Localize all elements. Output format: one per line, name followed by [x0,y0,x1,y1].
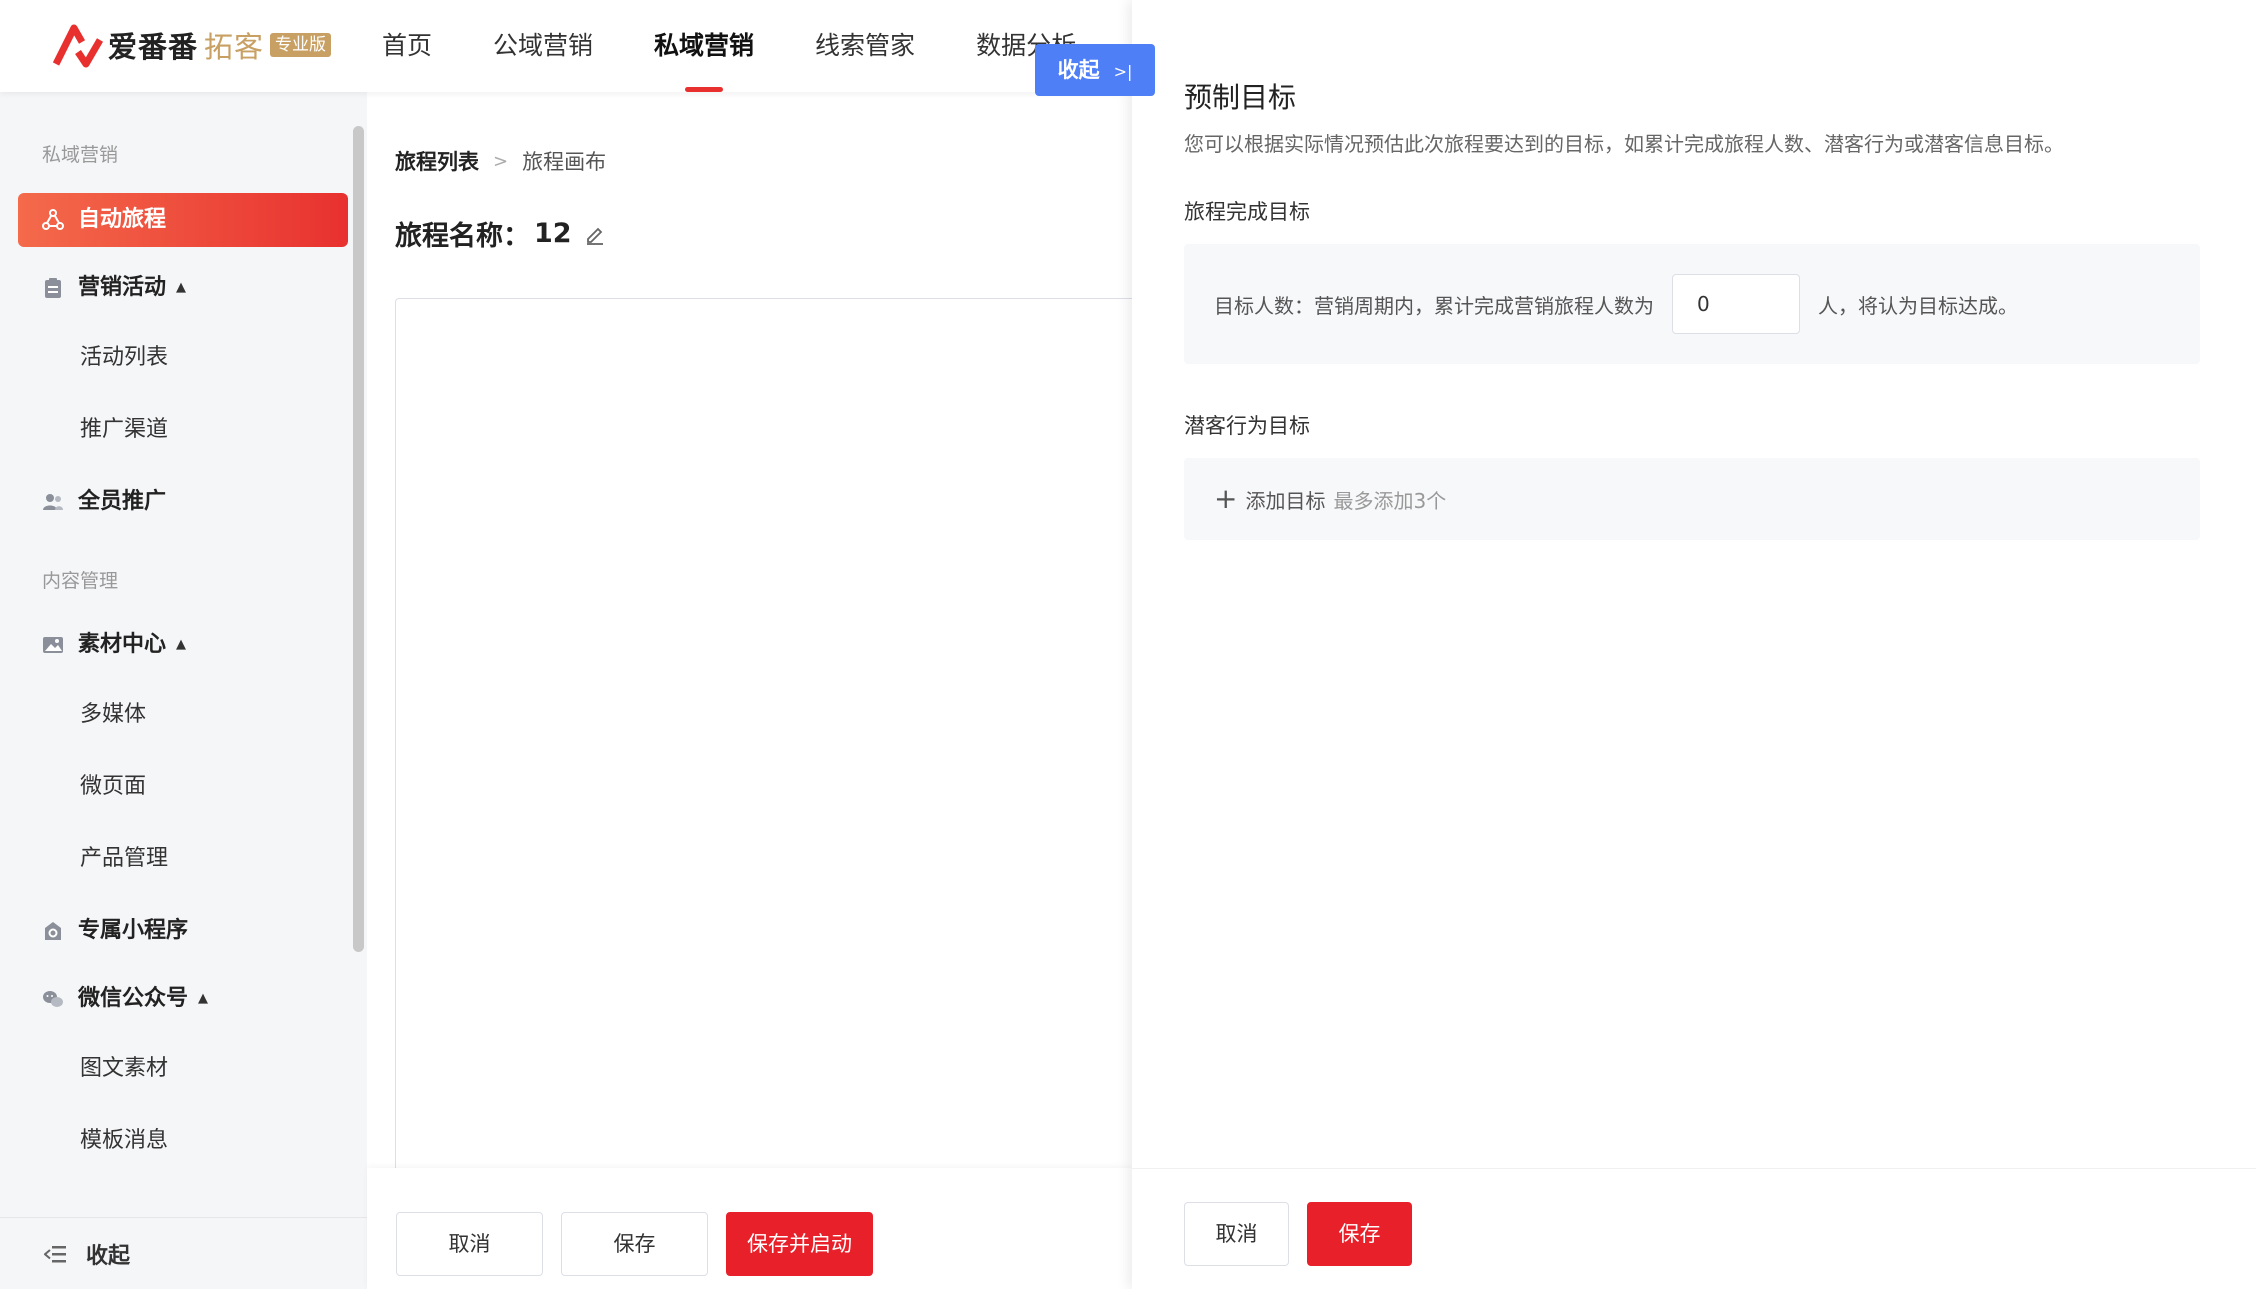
drawer-description: 您可以根据实际情况预估此次旅程要达到的目标，如累计完成旅程人数、潜客行为或潜客信… [1184,132,2064,156]
drawer-title: 预制目标 [1184,81,1297,114]
caret-up-icon: ▲ [198,991,209,1006]
clipboard-icon [45,278,61,298]
sidebar-group-private: 私域营销 [42,144,119,166]
sidebar-subitem-activity-list[interactable]: 活动列表 [80,338,168,378]
caret-up-icon: ▲ [176,637,187,652]
sidebar-item-label: 微信公众号 [78,986,189,1011]
top-nav: 首页 公域营销 私域营销 线索管家 数据分析 [382,0,1137,92]
sidebar-subitem-image-text[interactable]: 图文素材 [80,1049,168,1089]
completion-goal-box: 目标人数：营销周期内，累计完成营销旅程人数为 人，将认为目标达成。 [1184,244,2200,364]
logo-sub: 拓客 [204,30,265,64]
users-icon [43,494,63,510]
sidebar-item-mini-program[interactable]: 专属小程序 [18,904,348,958]
goal-drawer: 预制目标 您可以根据实际情况预估此次旅程要达到的目标，如累计完成旅程人数、潜客行… [1132,0,2256,1289]
caret-up-icon: ▲ [176,280,187,295]
goal-prefix-text: 目标人数：营销周期内，累计完成营销旅程人数为 [1214,293,1654,318]
add-goal-button[interactable]: + 添加目标 最多添加3个 [1214,458,1446,540]
panel-collapse-label: 收起 [1057,58,1100,82]
journey-name-value: 12 [534,218,572,249]
collapse-menu-icon [44,1245,66,1262]
panel-collapse-button[interactable]: 收起 >| [1035,44,1155,96]
sidebar-subitem-template-msg[interactable]: 模板消息 [80,1121,168,1161]
sidebar-collapse-button[interactable]: 收起 [0,1217,367,1289]
sidebar: 私域营销 自动旅程 营销活动 ▲ 活动列表 推广渠道 全员推广 内容管理 素材中… [0,92,367,1289]
nav-public-marketing[interactable]: 公域营销 [493,0,593,92]
sidebar-subitem-product-mgmt[interactable]: 产品管理 [80,839,168,879]
wechat-icon [43,991,63,1007]
logo-badge: 专业版 [270,33,332,57]
save-button[interactable]: 保存 [561,1212,708,1276]
add-goal-hint: 最多添加3个 [1333,488,1447,513]
sidebar-item-label: 营销活动 [78,275,167,300]
sidebar-subitem-micro-page[interactable]: 微页面 [80,767,146,807]
sidebar-scrollbar[interactable] [353,126,364,952]
save-and-start-button[interactable]: 保存并启动 [726,1212,873,1276]
sidebar-item-all-staff[interactable]: 全员推广 [18,475,348,529]
behavior-goal-label: 潜客行为目标 [1184,414,1310,438]
drawer-save-button[interactable]: 保存 [1307,1202,1412,1266]
target-count-input[interactable] [1672,274,1800,334]
nav-private-marketing[interactable]: 私域营销 [654,0,754,92]
sidebar-item-label: 自动旅程 [78,207,167,232]
completion-goal-row: 目标人数：营销周期内，累计完成营销旅程人数为 人，将认为目标达成。 [1214,244,2018,364]
sidebar-item-label: 专属小程序 [78,918,189,943]
logo-text: 爱番番 [108,30,199,64]
journey-icon [42,209,64,230]
sidebar-item-label: 素材中心 [78,632,167,657]
edit-icon[interactable] [584,223,606,245]
main-footer: 取消 保存 保存并启动 [367,1168,1132,1289]
collapse-arrow-icon: >| [1113,62,1133,81]
sidebar-scroll-area: 私域营销 自动旅程 营销活动 ▲ 活动列表 推广渠道 全员推广 内容管理 素材中… [0,92,367,1217]
sidebar-item-label: 全员推广 [78,489,167,514]
breadcrumb: 旅程列表 > 旅程画布 [395,146,606,176]
sidebar-item-wechat-official[interactable]: 微信公众号 ▲ [18,972,348,1026]
add-goal-label: 添加目标 [1245,488,1326,513]
image-icon [43,637,63,653]
cancel-button[interactable]: 取消 [396,1212,543,1276]
plus-icon: + [1214,482,1238,515]
sidebar-subitem-multimedia[interactable]: 多媒体 [80,695,146,735]
breadcrumb-current: 旅程画布 [522,150,607,174]
main-content: 旅程列表 > 旅程画布 旅程名称： 12 取消 保存 保存并启动 [367,92,1155,1289]
sidebar-collapse-label: 收起 [86,1243,131,1269]
logo[interactable]: 爱番番 拓客 专业版 [52,20,332,70]
journey-name-label: 旅程名称： [395,221,530,252]
goal-suffix-text: 人，将认为目标达成。 [1818,293,2018,318]
sidebar-item-marketing-activity[interactable]: 营销活动 ▲ [18,261,348,315]
logo-icon [52,24,104,68]
completion-goal-label: 旅程完成目标 [1184,200,1310,224]
sidebar-item-material-center[interactable]: 素材中心 ▲ [18,618,348,672]
behavior-goal-box: + 添加目标 最多添加3个 [1184,458,2200,540]
mini-program-icon [45,922,61,940]
sidebar-group-content: 内容管理 [42,570,119,592]
sidebar-subitem-promo-channel[interactable]: 推广渠道 [80,410,168,450]
chevron-right-icon: > [493,150,509,172]
top-header: 爱番番 拓客 专业版 首页 公域营销 私域营销 线索管家 数据分析 [0,0,1132,92]
drawer-footer: 取消 保存 [1132,1168,2256,1289]
journey-canvas[interactable] [395,298,1155,1235]
page-title: 旅程名称： 12 [395,214,606,253]
nav-lead-manager[interactable]: 线索管家 [815,0,915,92]
breadcrumb-journey-list[interactable]: 旅程列表 [395,146,479,176]
sidebar-item-auto-journey[interactable]: 自动旅程 [18,193,348,247]
drawer-cancel-button[interactable]: 取消 [1184,1202,1289,1266]
nav-home[interactable]: 首页 [382,0,432,92]
